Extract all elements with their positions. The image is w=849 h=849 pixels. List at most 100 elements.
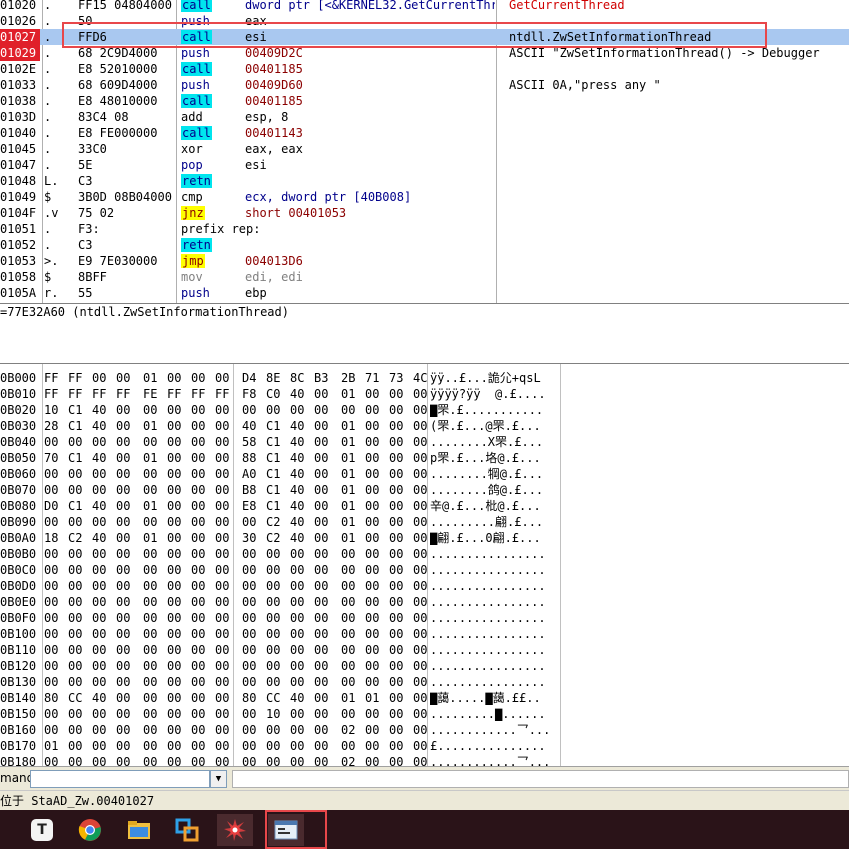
mnemonic-cell: retn [181,237,212,253]
dump-byte: 00 [242,563,257,577]
dump-byte: 00 [242,579,257,593]
dump-byte: 00 [167,499,182,513]
dump-byte: 00 [92,467,107,481]
disasm-row[interactable]: 01049 $3B0D 08B04000 cmp ecx, dword ptr [40… [0,189,849,205]
comment: GetCurrentThread [509,0,625,12]
dump-byte: 00 [215,499,230,513]
disasm-row[interactable]: 01052. C3 retn [0,237,849,253]
dump-byte: 00 [44,611,59,625]
dump-ascii: ........X罘.£... [430,435,544,449]
taskbar: T [0,810,849,849]
disasm-row[interactable]: 01040. E8 FE000000 call 00401143 [0,125,849,141]
hex-dump-pane[interactable]: 0B000 FF FF 00 00 01 00 00 00 D4 8E 8C B3 2B 71 73 4C ÿÿ.… [0,363,849,767]
dump-byte: 00 [44,563,59,577]
dump-byte: 00 [389,499,404,513]
dump-byte: 00 [314,547,329,561]
mnemonic-cell: push [181,285,210,301]
dump-byte: 00 [290,643,305,657]
disassembly-pane[interactable]: 01020. FF15 04804000 call dword ptr [<&KERN… [0,0,849,303]
dump-byte: 00 [116,707,131,721]
dump-byte: 30 [242,531,257,545]
flow-marker: . [44,238,52,252]
disasm-row[interactable]: 0102E. E8 52010000 call 00401185 [0,61,849,77]
mnemonic: xor [181,142,203,156]
dump-byte: 00 [290,611,305,625]
chevron-down-icon[interactable]: ▼ [210,770,227,788]
file-explorer-app-icon[interactable] [121,814,157,846]
disasm-row[interactable]: 0104F .v 75 02 jnz short 00401053 [0,205,849,221]
dump-byte: 00 [167,419,182,433]
dump-byte: 00 [92,595,107,609]
instruction-address: 01051 [0,222,37,236]
disasm-row[interactable]: 01045. 33C0 xor eax, eax [0,141,849,157]
dump-byte: 00 [191,531,206,545]
dump-byte: 01 [143,371,158,385]
dump-byte: C2 [68,531,83,545]
dump-byte: 40 [290,483,305,497]
command-input[interactable] [30,770,210,788]
dump-byte: 00 [116,499,131,513]
instruction-address: 01058 [0,270,37,284]
operands: short 00401053 [245,206,347,220]
dump-byte: 00 [68,723,83,737]
dump-byte: 00 [92,563,107,577]
instruction-address: 01045 [0,142,37,156]
dump-byte: 00 [191,403,206,417]
disasm-row[interactable]: 01048 L. C3 retn [0,173,849,189]
disasm-row[interactable]: 01033. 68 609D4000 push 00409D60 ASCII 0A,"p… [0,77,849,93]
dump-byte: 00 [44,483,59,497]
dump-byte: FF [116,387,131,401]
dump-address: 0B0A0 [0,531,37,545]
disasm-row[interactable]: 0105A r. 55 push ebp [0,285,849,301]
dump-byte: 00 [341,403,356,417]
dump-byte: 00 [365,467,380,481]
dump-byte: 01 [143,531,158,545]
dump-byte: 00 [68,627,83,641]
dump-byte: 00 [191,451,206,465]
disasm-row[interactable]: 01058 $8BFF mov edi, edi [0,269,849,285]
dump-byte: 00 [266,595,281,609]
disasm-row[interactable]: 01038. E8 48010000 call 00401185 [0,93,849,109]
operands: esi [245,30,267,44]
mnemonic: jnz [181,206,205,220]
dump-byte: 00 [365,419,380,433]
dump-byte: D0 [44,499,59,513]
flow-marker: $ [44,190,52,204]
dump-ascii: ................ [430,659,546,673]
dump-byte: 00 [44,579,59,593]
debugger-app-icon[interactable] [217,814,253,846]
flow-marker: . [44,158,52,172]
dump-byte: C1 [266,483,281,497]
dump-byte: 00 [389,595,404,609]
dump-byte: 40 [92,691,107,705]
dump-byte: 00 [116,739,131,753]
mnemonic: call [181,94,212,108]
dump-byte: 00 [413,675,428,689]
dump-byte: 00 [92,739,107,753]
dump-address: 0B020 [0,403,37,417]
dump-byte: 00 [413,707,428,721]
dump-byte: 00 [266,627,281,641]
dump-byte: 00 [413,387,428,401]
typora-app-icon[interactable]: T [24,814,60,846]
mnemonic-cell: retn [181,173,212,189]
disasm-row[interactable]: 01029. 68 2C9D4000 push 00409D2C ASCII "ZwSe… [0,45,849,61]
disasm-row[interactable]: 01047. 5E pop esi [0,157,849,173]
dump-address: 0B0B0 [0,547,37,561]
disasm-row[interactable]: 01026. 50 push eax [0,13,849,29]
dump-byte: 00 [215,531,230,545]
dump-byte: 00 [389,515,404,529]
dump-byte: 00 [389,483,404,497]
dump-byte: 8C [290,371,305,385]
dump-byte: 00 [215,451,230,465]
disasm-row[interactable]: 01053 >. E9 7E030000 jmp 004013D6 [0,253,849,269]
chrome-app-icon[interactable] [72,814,108,846]
dump-byte: 00 [365,563,380,577]
disasm-row[interactable]: 01020. FF15 04804000 call dword ptr [<&KERN… [0,0,849,13]
disasm-row[interactable]: 0103D. 83C4 08 add esp, 8 [0,109,849,125]
dump-byte: 00 [242,739,257,753]
dump-byte: 00 [365,515,380,529]
disasm-row[interactable]: 01027. FFD6 call esi ntdll.ZwSetInformationT… [0,29,849,45]
disasm-row[interactable]: 01051. F3: prefix rep: [0,221,849,237]
network-app-icon[interactable] [169,814,205,846]
